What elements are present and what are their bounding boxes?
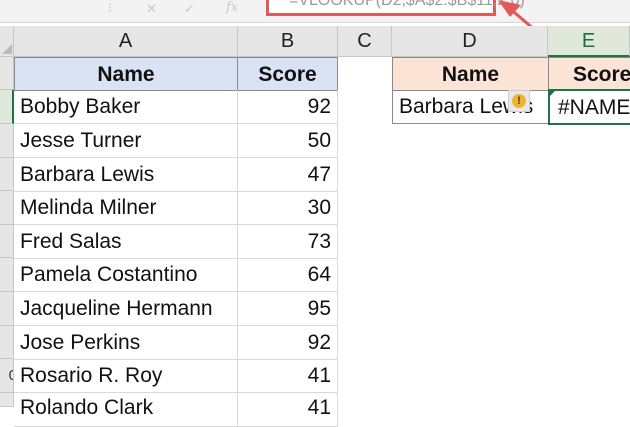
row-header-8[interactable]	[0, 292, 14, 326]
column-header-e[interactable]: E	[548, 26, 630, 57]
table-row-score[interactable]: 41	[238, 359, 338, 393]
table-header-score[interactable]: Score	[237, 57, 338, 91]
column-header-c[interactable]: C	[338, 26, 392, 57]
table-row-score[interactable]: 92	[238, 90, 338, 124]
row-header-4[interactable]	[0, 158, 14, 191]
lookup-header-name[interactable]: Name	[392, 57, 549, 91]
table-row-score[interactable]: 50	[238, 124, 338, 158]
row-header-7[interactable]	[0, 258, 14, 292]
table-row-score[interactable]: 92	[238, 326, 338, 360]
lookup-header-score[interactable]: Score	[548, 57, 630, 91]
table-row-name[interactable]: Barbara Lewis	[14, 158, 238, 192]
column-header-b[interactable]: B	[238, 26, 338, 57]
table-row-name[interactable]: Jacqueline Hermann	[14, 292, 238, 326]
row-header-3[interactable]	[0, 124, 14, 158]
row-header-1[interactable]	[0, 57, 14, 90]
select-all-corner[interactable]	[0, 26, 14, 57]
error-smart-tag-button[interactable]: !	[508, 90, 530, 112]
lookup-result-cell[interactable]: #NAME?	[548, 89, 630, 125]
table-row-score[interactable]: 64	[238, 258, 338, 292]
column-header-d[interactable]: D	[392, 26, 548, 57]
table-row-score[interactable]: 95	[238, 292, 338, 326]
table-row-name[interactable]: Jose Perkins	[14, 326, 238, 360]
table-row-name[interactable]: Rosario R. Roy	[14, 359, 238, 393]
warning-icon: !	[512, 94, 526, 108]
table-header-name[interactable]: Name	[14, 57, 238, 91]
table-row-name[interactable]: Melinda Milner	[14, 191, 238, 225]
row-header-6[interactable]	[0, 225, 14, 258]
row-header-10[interactable]: 0	[0, 359, 14, 393]
table-row-name[interactable]: Jesse Turner	[14, 124, 238, 158]
table-row-score[interactable]: 30	[238, 191, 338, 225]
table-row-score[interactable]: 41	[238, 393, 338, 427]
table-row-name[interactable]: Bobby Baker	[14, 90, 238, 124]
error-indicator-icon	[549, 89, 557, 97]
table-row-score[interactable]: 47	[238, 158, 338, 192]
row-header-9[interactable]	[0, 326, 14, 359]
row-header-2[interactable]	[0, 90, 14, 124]
column-header-a[interactable]: A	[14, 26, 238, 57]
table-row-name[interactable]: Pamela Costantino	[14, 258, 238, 292]
table-row-score[interactable]: 73	[238, 225, 338, 259]
table-row-name[interactable]: Fred Salas	[14, 225, 238, 259]
table-row-name[interactable]: Rolando Clark	[14, 393, 238, 427]
row-header-5[interactable]	[0, 191, 14, 225]
